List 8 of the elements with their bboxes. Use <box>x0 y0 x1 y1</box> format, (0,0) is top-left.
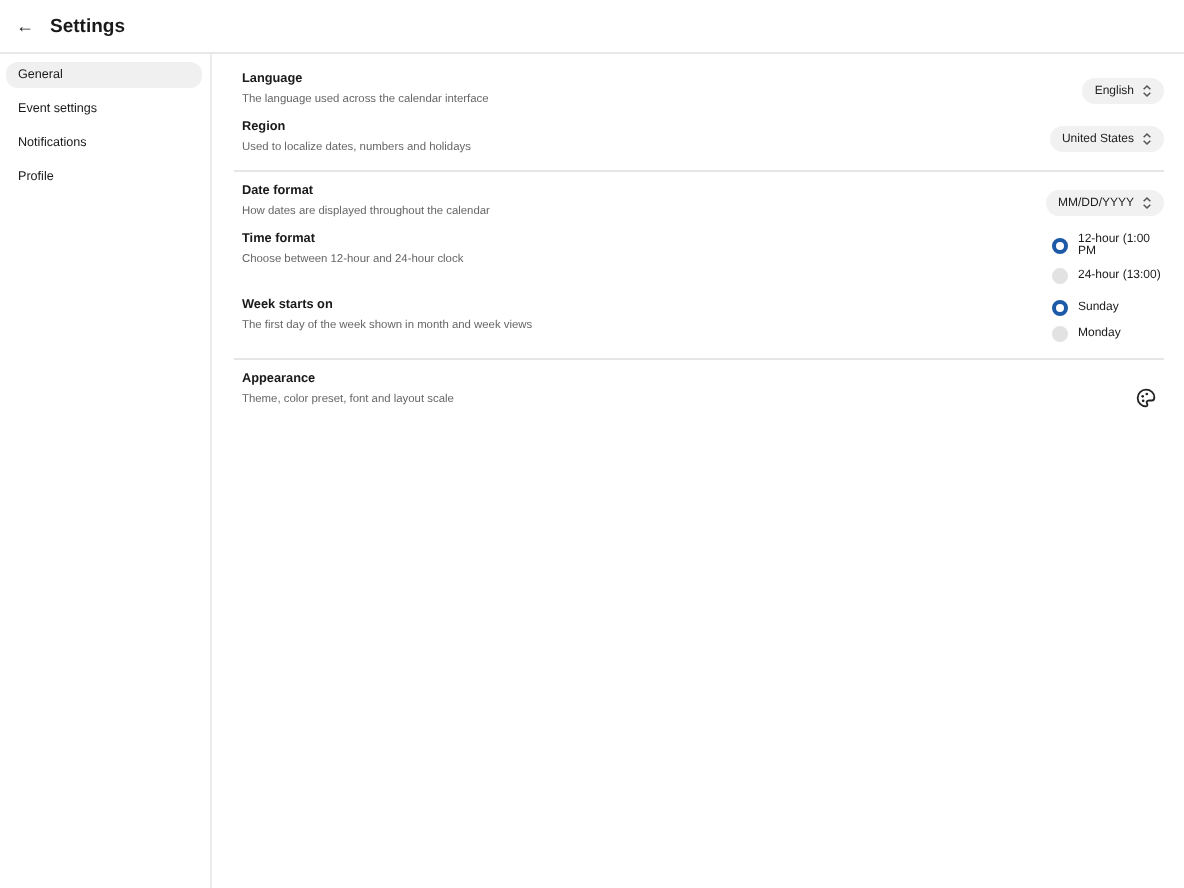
chevron-icon <box>1142 196 1152 210</box>
back-button[interactable]: ← <box>16 16 34 36</box>
radio-button[interactable] <box>1052 300 1068 316</box>
chevron-icon <box>1142 132 1152 146</box>
page-title: Settings <box>50 15 125 37</box>
radio-button[interactable] <box>1052 238 1068 254</box>
palette-icon[interactable] <box>1136 388 1156 408</box>
chevron-icon <box>1142 84 1152 98</box>
